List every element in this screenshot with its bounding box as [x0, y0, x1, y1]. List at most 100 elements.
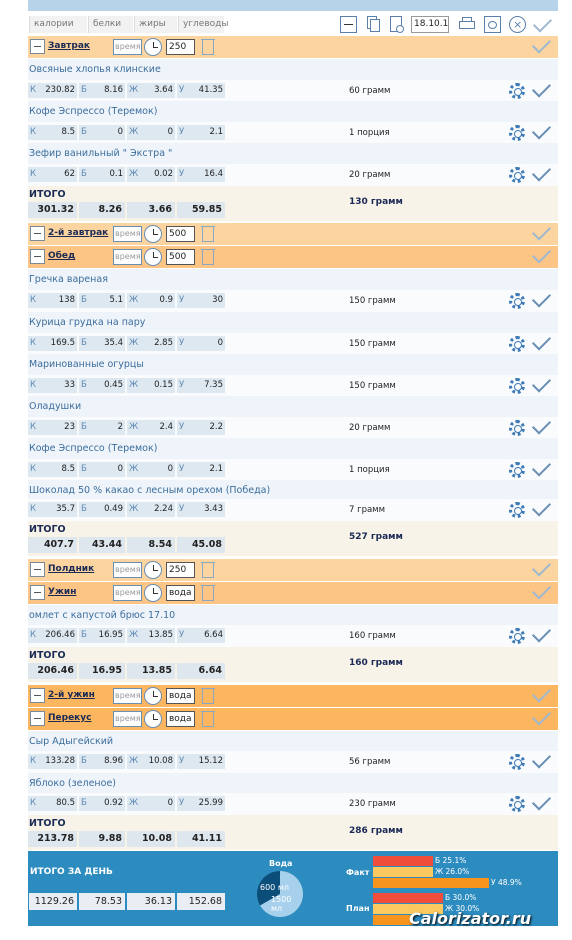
gear-icon[interactable] — [509, 293, 525, 309]
meal-name[interactable]: Завтрак — [48, 41, 90, 51]
time-input[interactable]: время — [113, 226, 142, 242]
water-input[interactable]: 250 — [166, 562, 195, 578]
time-input[interactable]: время — [113, 688, 142, 704]
collapse-toggle[interactable] — [30, 688, 45, 703]
gear-icon[interactable] — [509, 462, 525, 478]
cup-icon[interactable] — [201, 688, 215, 704]
paste-icon[interactable] — [388, 16, 405, 33]
check-icon[interactable] — [531, 497, 552, 517]
check-icon[interactable] — [531, 221, 552, 241]
collapse-toggle[interactable] — [30, 249, 45, 264]
gear-icon[interactable] — [509, 336, 525, 352]
check-icon[interactable] — [532, 13, 553, 33]
time-input[interactable]: время — [113, 562, 142, 578]
clock-icon[interactable] — [144, 687, 162, 705]
label-k: К — [30, 338, 37, 348]
cup-icon[interactable] — [201, 39, 215, 55]
food-name[interactable]: Оладушки — [29, 401, 81, 412]
date-field[interactable]: 18.10.16 — [411, 16, 449, 33]
time-input[interactable]: время — [113, 249, 142, 265]
check-icon[interactable] — [531, 415, 552, 435]
clock-icon[interactable] — [144, 248, 162, 266]
food-amount: 150 грамм — [349, 339, 396, 349]
check-icon[interactable] — [531, 749, 552, 769]
label-b: Б — [81, 85, 87, 95]
check-icon[interactable] — [531, 706, 552, 726]
food-name[interactable]: Яблоко (зеленое) — [29, 778, 116, 789]
water-input[interactable]: 500 — [166, 226, 195, 242]
copy-icon[interactable] — [365, 16, 382, 33]
water-input[interactable]: вода — [166, 711, 195, 727]
cell-carbs: У 15.12 — [177, 754, 225, 769]
cup-icon[interactable] — [201, 585, 215, 601]
clock-icon[interactable] — [144, 38, 162, 56]
gear-icon[interactable] — [509, 502, 525, 518]
time-input[interactable]: время — [113, 39, 142, 55]
collapse-toggle[interactable] — [30, 39, 45, 54]
gear-icon[interactable] — [509, 83, 525, 99]
gear-icon[interactable] — [509, 628, 525, 644]
food-name[interactable]: Кофе Эспрессо (Теремок) — [29, 443, 157, 454]
gear-icon[interactable] — [509, 167, 525, 183]
clock-icon[interactable] — [144, 584, 162, 602]
food-name[interactable]: Маринованные огурцы — [29, 359, 144, 370]
clock-icon[interactable] — [144, 561, 162, 579]
photo-icon[interactable] — [484, 16, 501, 33]
print-icon[interactable] — [458, 16, 475, 33]
food-name[interactable]: Кофе Эспрессо (Теремок) — [29, 106, 157, 117]
food-name[interactable]: Шоколад 50 % какао с лесным орехом (Побе… — [29, 485, 270, 496]
cup-icon[interactable] — [201, 562, 215, 578]
gear-icon[interactable] — [509, 754, 525, 770]
cup-icon[interactable] — [201, 226, 215, 242]
check-icon[interactable] — [531, 373, 552, 393]
check-icon[interactable] — [531, 791, 552, 811]
check-icon[interactable] — [531, 288, 552, 308]
cell-calories: К 8.5 — [28, 125, 77, 140]
meal-name[interactable]: 2-й ужин — [48, 690, 95, 700]
food-name[interactable]: Сыр Адыгейский — [29, 736, 113, 747]
gear-icon[interactable] — [509, 796, 525, 812]
check-icon[interactable] — [531, 683, 552, 703]
time-input[interactable]: время — [113, 711, 142, 727]
check-icon[interactable] — [531, 34, 552, 54]
water-input[interactable]: вода — [166, 585, 195, 601]
gear-icon[interactable] — [509, 420, 525, 436]
check-icon[interactable] — [531, 557, 552, 577]
check-icon[interactable] — [531, 120, 552, 140]
check-icon[interactable] — [531, 580, 552, 600]
check-icon[interactable] — [531, 457, 552, 477]
food-name[interactable]: Зефир ванильный " Экстра " — [29, 148, 172, 159]
check-icon[interactable] — [531, 162, 552, 182]
water-input[interactable]: 250 — [166, 39, 195, 55]
cup-icon[interactable] — [201, 249, 215, 265]
check-icon[interactable] — [531, 78, 552, 98]
label-k: К — [30, 756, 37, 766]
meal-name[interactable]: Перекус — [48, 713, 92, 723]
meal-name[interactable]: 2-й завтрак — [48, 228, 108, 238]
close-icon[interactable]: × — [509, 16, 526, 33]
collapse-toggle[interactable] — [30, 711, 45, 726]
meal-name[interactable]: Полдник — [48, 564, 94, 574]
total-amount: 160 грамм — [349, 658, 403, 668]
meal-name[interactable]: Обед — [48, 251, 75, 261]
time-input[interactable]: время — [113, 585, 142, 601]
gear-icon[interactable] — [509, 378, 525, 394]
water-input[interactable]: 500 — [166, 249, 195, 265]
check-icon[interactable] — [531, 331, 552, 351]
food-name[interactable]: омлет с капустой брюс 17.10 — [29, 610, 175, 621]
food-name[interactable]: Курица грудка на пару — [29, 317, 145, 328]
gear-icon[interactable] — [509, 125, 525, 141]
water-input[interactable]: вода — [166, 688, 195, 704]
collapse-all-icon[interactable] — [340, 16, 357, 33]
food-name[interactable]: Овсяные хлопья клинские — [29, 64, 161, 75]
clock-icon[interactable] — [144, 225, 162, 243]
food-name[interactable]: Гречка вареная — [29, 274, 108, 285]
meal-name[interactable]: Ужин — [48, 587, 76, 597]
clock-icon[interactable] — [144, 710, 162, 728]
check-icon[interactable] — [531, 244, 552, 264]
cup-icon[interactable] — [201, 711, 215, 727]
check-icon[interactable] — [531, 623, 552, 643]
collapse-toggle[interactable] — [30, 562, 45, 577]
collapse-toggle[interactable] — [30, 585, 45, 600]
collapse-toggle[interactable] — [30, 226, 45, 241]
